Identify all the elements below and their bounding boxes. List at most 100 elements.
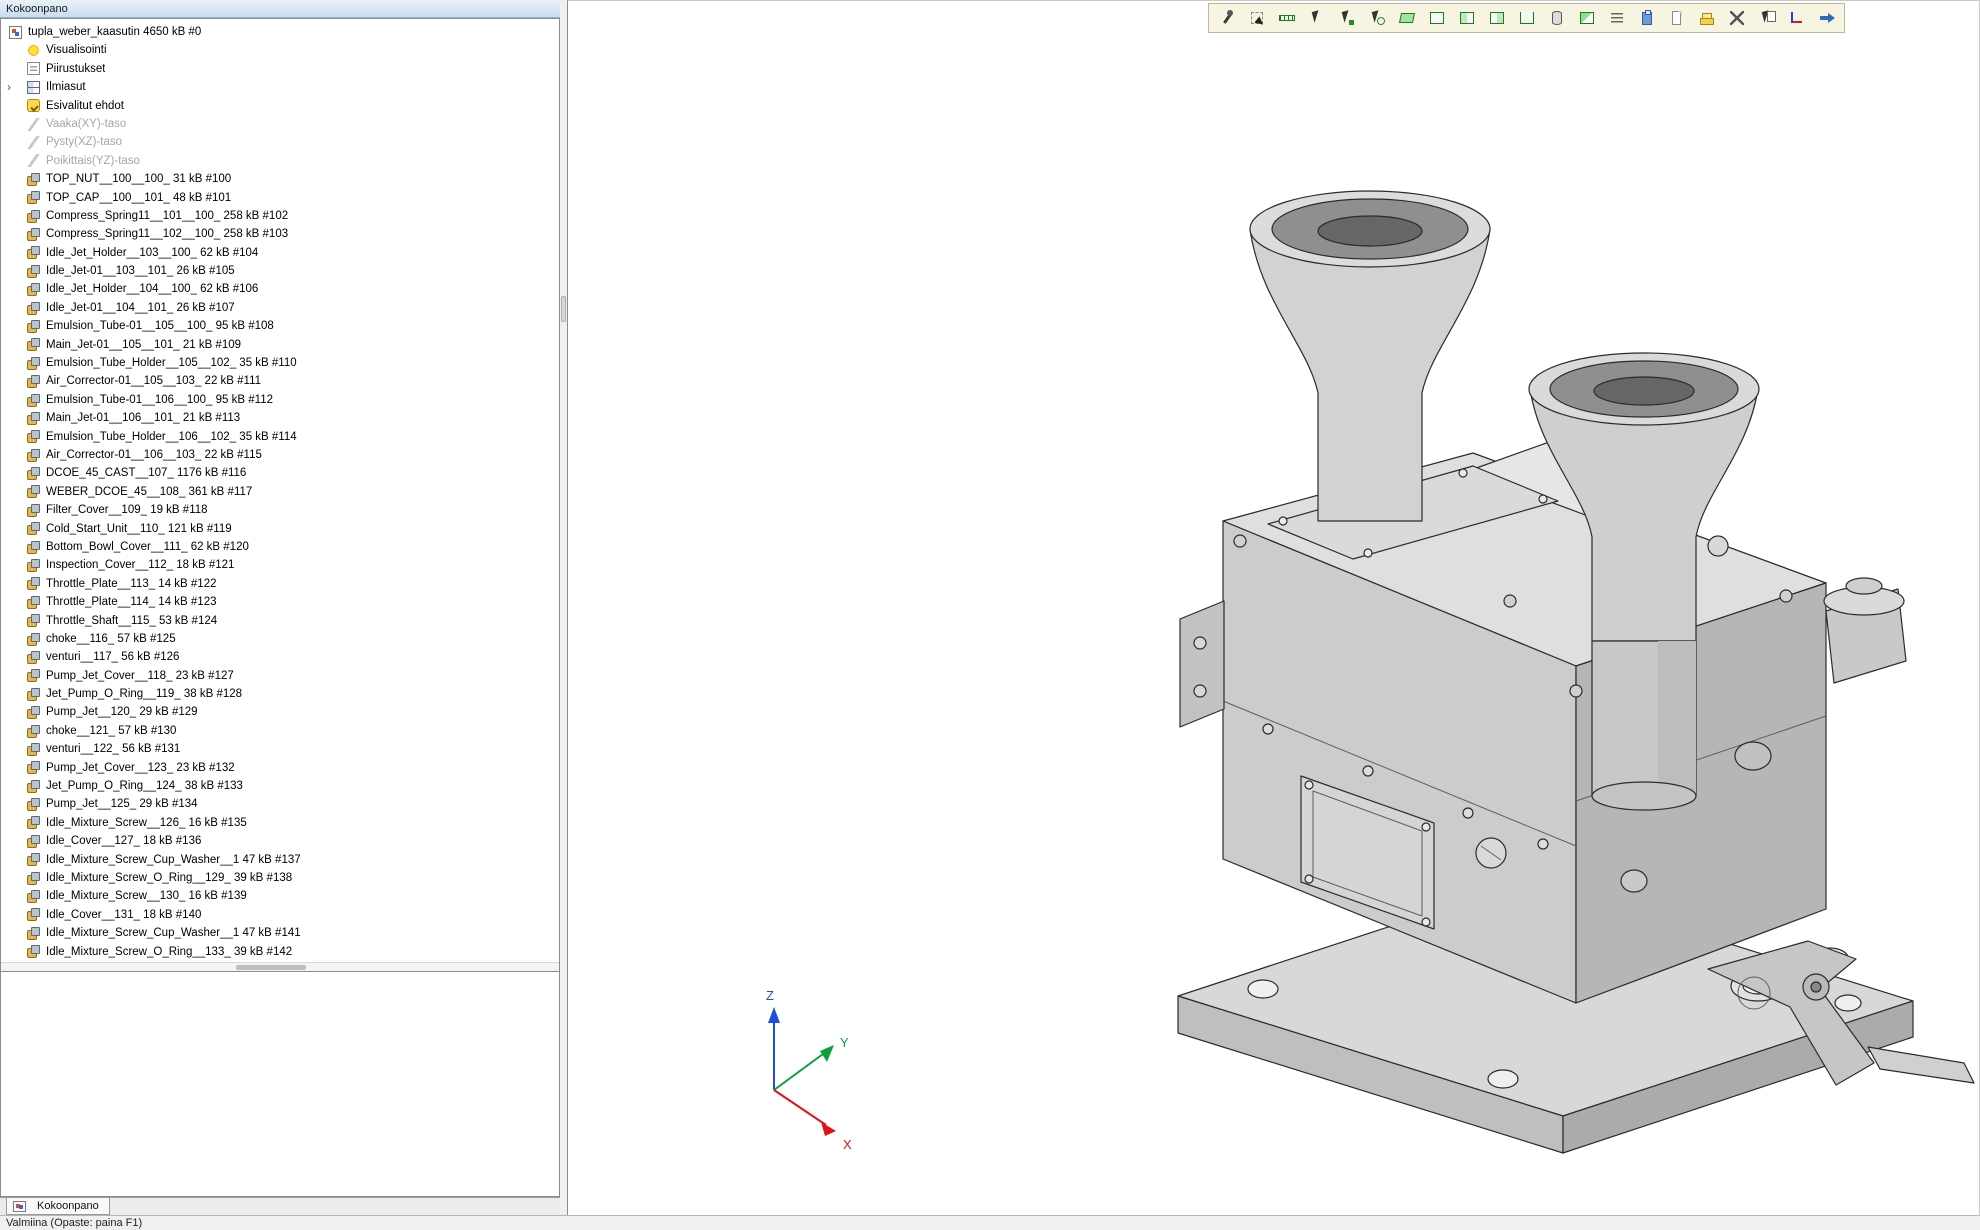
half-section-box-icon[interactable] [1452, 5, 1481, 31]
export-icon[interactable] [1812, 5, 1841, 31]
tree-item-part[interactable]: Main_Jet-01__105__101_ 21 kB #109 [1, 336, 559, 354]
assembly-tree: tupla_weber_kaasutin 4650 kB #0 Visualis… [0, 18, 560, 972]
tree-item-label: Idle_Cover__131_ 18 kB #140 [46, 906, 201, 924]
tree-item-part[interactable]: Idle_Jet_Holder__103__100_ 62 kB #104 [1, 244, 559, 262]
tree-item[interactable]: Poikittais(YZ)-taso [1, 152, 559, 170]
tree-item-label: Throttle_Plate__113_ 14 kB #122 [46, 575, 217, 593]
tree-item[interactable]: Visualisointi [1, 41, 559, 59]
part-icon [27, 173, 40, 186]
part-icon [27, 210, 40, 223]
measure-icon[interactable] [1272, 5, 1301, 31]
tree-item-part[interactable]: Idle_Mixture_Screw_O_Ring__129_ 39 kB #1… [1, 869, 559, 887]
wireframe-box-icon[interactable] [1422, 5, 1451, 31]
tree-item-part[interactable]: choke__116_ 57 kB #125 [1, 630, 559, 648]
tree-horizontal-scrollbar[interactable] [1, 962, 559, 971]
part-icon [27, 853, 40, 866]
tree-item-part[interactable]: Throttle_Plate__114_ 14 kB #123 [1, 593, 559, 611]
layers-icon[interactable] [1692, 5, 1721, 31]
part-icon [27, 357, 40, 370]
tree-item-part[interactable]: Jet_Pump_O_Ring__119_ 38 kB #128 [1, 685, 559, 703]
tree-item-part[interactable]: Idle_Mixture_Screw__126_ 16 kB #135 [1, 814, 559, 832]
tree-item[interactable]: Vaaka(XY)-taso [1, 115, 559, 133]
tree-item-root[interactable]: tupla_weber_kaasutin 4650 kB #0 [1, 23, 559, 41]
part-icon [27, 375, 40, 388]
tree-item-label: tupla_weber_kaasutin 4650 kB #0 [28, 23, 201, 41]
splitter-grip[interactable] [561, 296, 566, 322]
tree-item-part[interactable]: Air_Corrector-01__105__103_ 22 kB #111 [1, 372, 559, 390]
tree-item-part[interactable]: Idle_Jet_Holder__104__100_ 62 kB #106 [1, 280, 559, 298]
tree-item[interactable]: Piirustukset [1, 60, 559, 78]
tree-item-part[interactable]: Compress_Spring11__101__100_ 258 kB #102 [1, 207, 559, 225]
tree-item-part[interactable]: venturi__117_ 56 kB #126 [1, 648, 559, 666]
part-icon [27, 945, 40, 958]
tree-item-part[interactable]: Air_Corrector-01__106__103_ 22 kB #115 [1, 446, 559, 464]
tree-item-part[interactable]: choke__121_ 57 kB #130 [1, 722, 559, 740]
model-3d-view[interactable]: Z Y X [568, 1, 1980, 1216]
drawing-sheet-icon[interactable] [1662, 5, 1691, 31]
part-icon [27, 596, 40, 609]
tree-item-part[interactable]: Emulsion_Tube-01__105__100_ 95 kB #108 [1, 317, 559, 335]
cursor-vertex-icon[interactable] [1332, 5, 1361, 31]
tree-item-part[interactable]: Inspection_Cover__112_ 18 kB #121 [1, 556, 559, 574]
assembly-icon [13, 1201, 26, 1212]
tree-item-label: Pump_Jet__125_ 29 kB #134 [46, 795, 198, 813]
tree-item-part[interactable]: Idle_Mixture_Screw_Cup_Washer__1 47 kB #… [1, 924, 559, 942]
tree-item-part[interactable]: Emulsion_Tube-01__106__100_ 95 kB #112 [1, 391, 559, 409]
tree-item-part[interactable]: Idle_Mixture_Screw_Cup_Washer__1 47 kB #… [1, 851, 559, 869]
part-icon [27, 302, 40, 315]
part-icon [27, 706, 40, 719]
tree-item-part[interactable]: Throttle_Shaft__115_ 53 kB #124 [1, 612, 559, 630]
part-icon [27, 522, 40, 535]
tree-item-part[interactable]: Filter_Cover__109_ 19 kB #118 [1, 501, 559, 519]
cursor-edge-icon[interactable] [1362, 5, 1391, 31]
part-icon [27, 725, 40, 738]
pin-icon[interactable] [1212, 5, 1241, 31]
tab-kokoonpano[interactable]: Kokoonpano [6, 1198, 110, 1215]
part-icon [27, 651, 40, 664]
tree-item-part[interactable]: Main_Jet-01__106__101_ 21 kB #113 [1, 409, 559, 427]
cylinder-icon[interactable] [1542, 5, 1571, 31]
tree-item-part[interactable]: Idle_Mixture_Screw__130_ 16 kB #139 [1, 887, 559, 905]
tree-item-part[interactable]: TOP_CAP__100__101_ 48 kB #101 [1, 189, 559, 207]
tree-item-part[interactable]: Pump_Jet_Cover__118_ 23 kB #127 [1, 667, 559, 685]
trim-icon[interactable] [1722, 5, 1751, 31]
tree-item[interactable]: Esivalitut ehdot [1, 97, 559, 115]
tree-item-part[interactable]: Idle_Mixture_Screw_O_Ring__133_ 39 kB #1… [1, 943, 559, 961]
clipboard-icon[interactable] [1632, 5, 1661, 31]
shaded-box-icon[interactable] [1482, 5, 1511, 31]
checker-face-icon[interactable] [1572, 5, 1601, 31]
tree-item-part[interactable]: DCOE_45_CAST__107_ 1176 kB #116 [1, 464, 559, 482]
tree-item-part[interactable]: Throttle_Plate__113_ 14 kB #122 [1, 575, 559, 593]
select-frame-icon[interactable] [1242, 5, 1271, 31]
tree-item-part[interactable]: Idle_Cover__127_ 18 kB #136 [1, 832, 559, 850]
context-cursor-icon[interactable] [1752, 5, 1781, 31]
tree-item-part[interactable]: venturi__122_ 56 kB #131 [1, 740, 559, 758]
model-viewport[interactable]: Z Y X [567, 0, 1980, 1215]
tree-item-part[interactable]: Emulsion_Tube_Holder__106__102_ 35 kB #1… [1, 428, 559, 446]
scrollbar-thumb[interactable] [236, 965, 306, 970]
part-icon [27, 338, 40, 351]
tree-item-part[interactable]: Pump_Jet__120_ 29 kB #129 [1, 703, 559, 721]
tree-item-part[interactable]: Idle_Cover__131_ 18 kB #140 [1, 906, 559, 924]
tree-item-part[interactable]: WEBER_DCOE_45__108_ 361 kB #117 [1, 483, 559, 501]
tree-item-label: Throttle_Shaft__115_ 53 kB #124 [46, 612, 217, 630]
feature-list-icon[interactable] [1602, 5, 1631, 31]
coordinate-axes-icon[interactable] [1782, 5, 1811, 31]
tree-item-part[interactable]: Cold_Start_Unit__110_ 121 kB #119 [1, 520, 559, 538]
tree-item-part[interactable]: Compress_Spring11__102__100_ 258 kB #103 [1, 225, 559, 243]
tree-item-part[interactable]: Jet_Pump_O_Ring__124_ 38 kB #133 [1, 777, 559, 795]
open-box-icon[interactable] [1512, 5, 1541, 31]
work-plane-icon[interactable] [1392, 5, 1421, 31]
tree-item-part[interactable]: Idle_Jet-01__104__101_ 26 kB #107 [1, 299, 559, 317]
tree-item-part[interactable]: Emulsion_Tube_Holder__105__102_ 35 kB #1… [1, 354, 559, 372]
tree-item-part[interactable]: Bottom_Bowl_Cover__111_ 62 kB #120 [1, 538, 559, 556]
tree-item-part[interactable]: Pump_Jet_Cover__123_ 23 kB #132 [1, 759, 559, 777]
tree-item-part[interactable]: Pump_Jet__125_ 29 kB #134 [1, 795, 559, 813]
part-icon [27, 283, 40, 296]
cursor-select-icon[interactable] [1302, 5, 1331, 31]
panel-splitter[interactable] [560, 0, 567, 1215]
tree-item[interactable]: Ilmiasut [1, 78, 559, 96]
tree-item-part[interactable]: Idle_Jet-01__103__101_ 26 kB #105 [1, 262, 559, 280]
tree-item-part[interactable]: TOP_NUT__100__100_ 31 kB #100 [1, 170, 559, 188]
tree-item[interactable]: Pysty(XZ)-taso [1, 133, 559, 151]
